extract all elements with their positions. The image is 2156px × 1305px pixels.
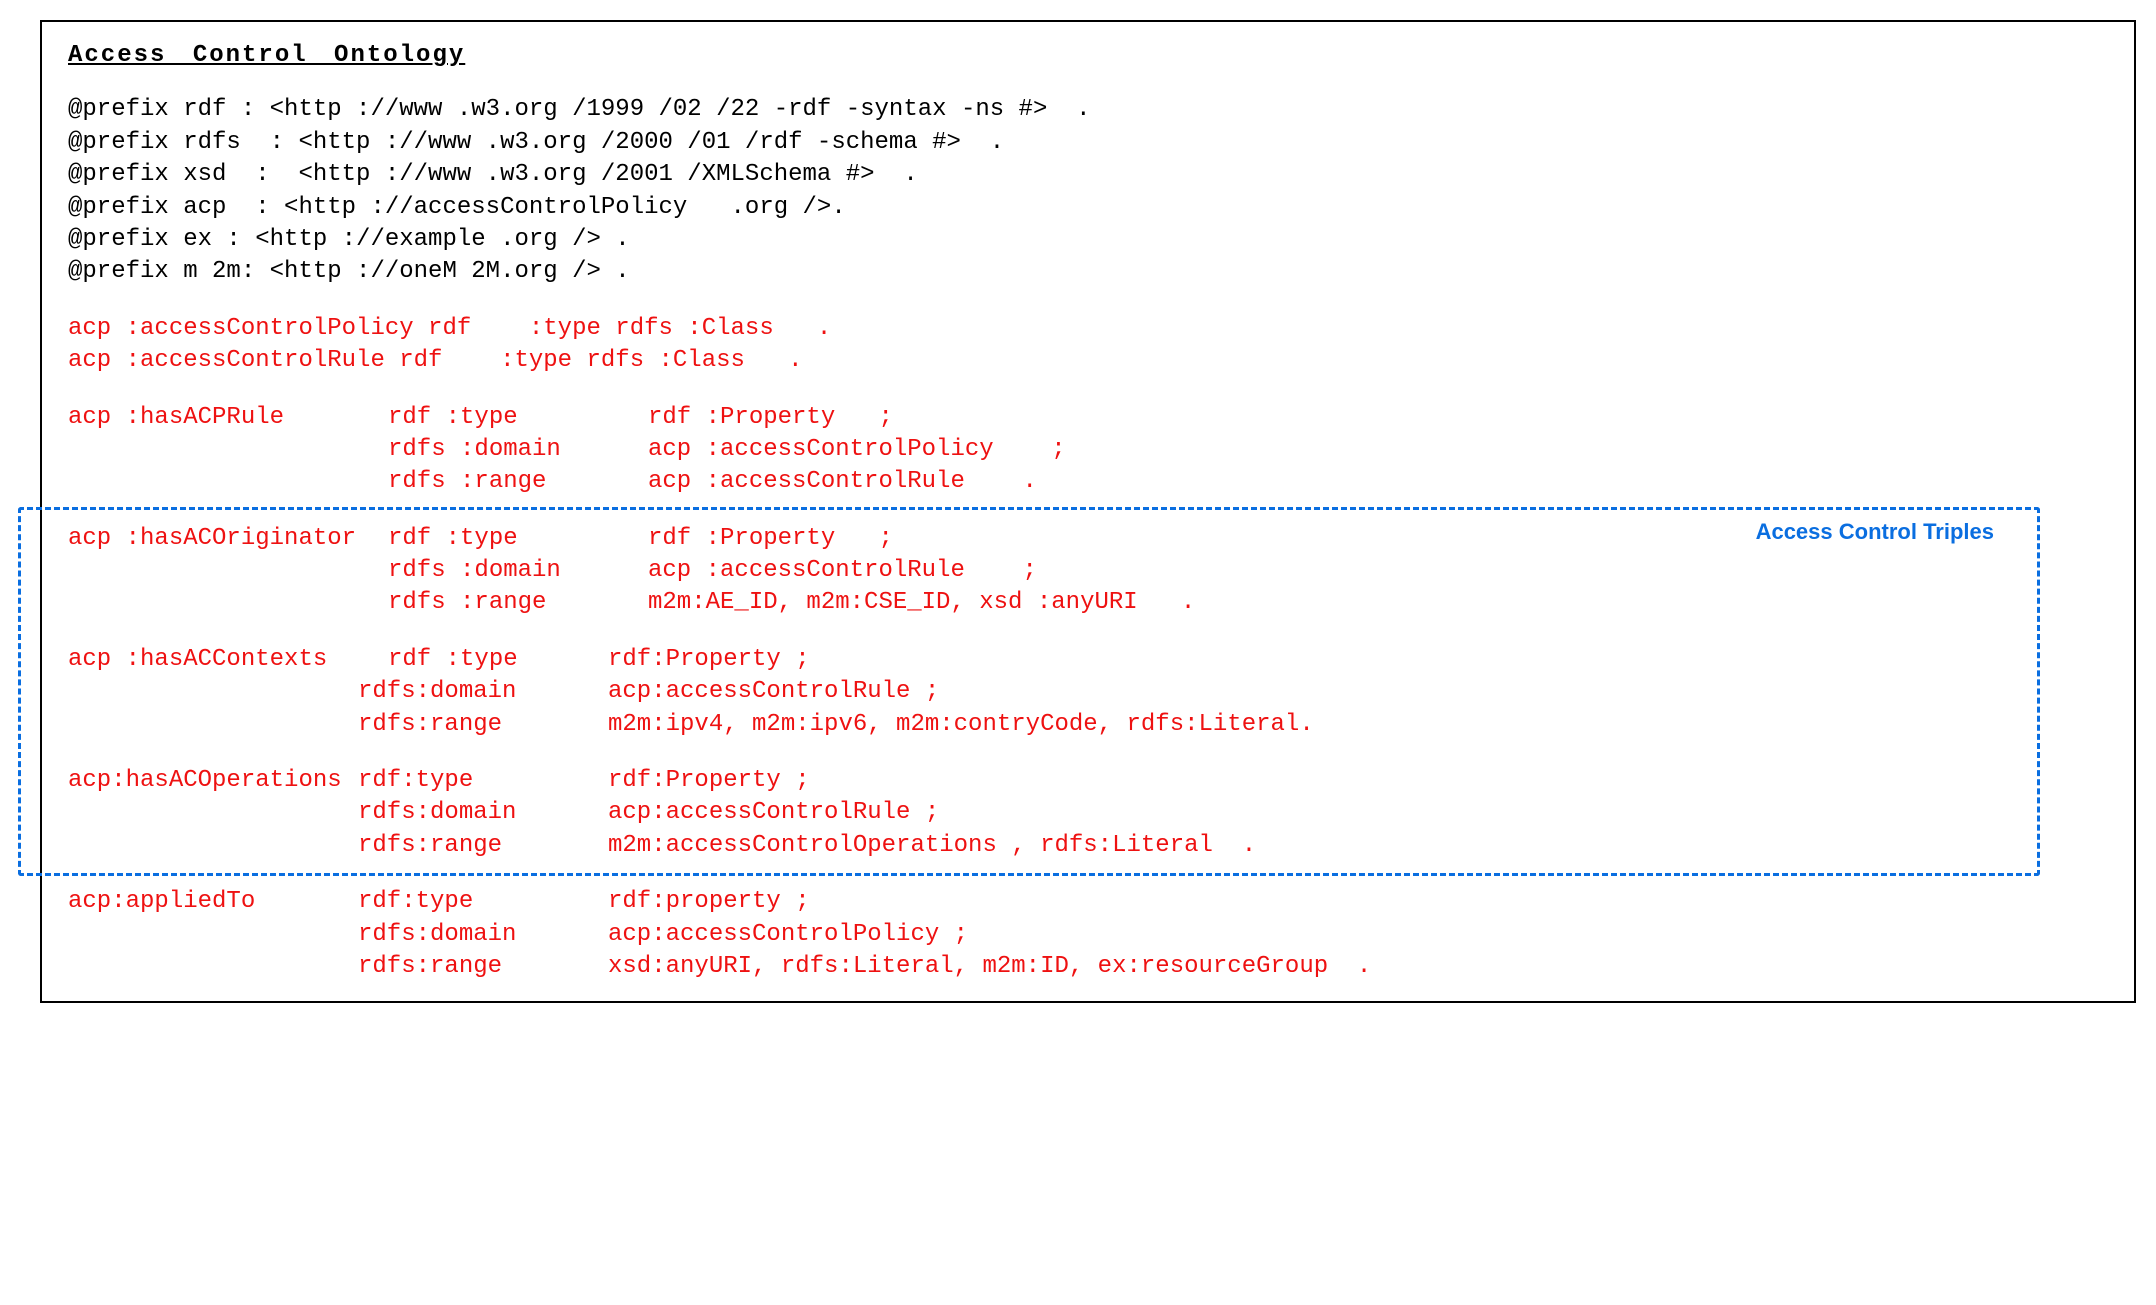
class-definition: acp :accessControlPolicy rdf :type rdfs … xyxy=(68,313,2108,345)
prop-obj: acp:accessControlRule ; xyxy=(608,676,2108,708)
prefix-line: @prefix rdf : <http ://www .w3.org /1999… xyxy=(68,94,2108,126)
prop-obj: xsd:anyURI, rdfs:Literal, m2m:ID, ex:res… xyxy=(608,951,2108,983)
prop-obj: acp:accessControlPolicy ; xyxy=(608,919,2108,951)
prop-name: acp :hasACOriginator xyxy=(68,523,388,555)
prop-name: acp :hasACPRule xyxy=(68,402,388,434)
prefix-line: @prefix m 2m: <http ://oneM 2M.org /> . xyxy=(68,256,2108,288)
ontology-listing: Access Control Ontology @prefix rdf : <h… xyxy=(40,20,2136,1003)
prefix-line: @prefix xsd : <http ://www .w3.org /2001… xyxy=(68,159,2108,191)
prop-pred: rdfs:domain xyxy=(358,797,608,829)
prop-pred: rdfs:range xyxy=(358,709,608,741)
prop-pred: rdfs:domain xyxy=(358,676,608,708)
prop-obj: rdf :Property ; xyxy=(648,523,2108,555)
prop-pred: rdfs:range xyxy=(358,951,608,983)
prop-pred: rdfs :domain xyxy=(388,434,648,466)
property-appliedTo: acp:appliedTordf:typerdf:property ; rdfs… xyxy=(68,886,2108,983)
prop-pred: rdfs :range xyxy=(388,587,648,619)
prop-pred: rdf :type xyxy=(388,402,648,434)
prop-obj: acp :accessControlRule . xyxy=(648,466,2108,498)
prop-obj: m2m:AE_ID, m2m:CSE_ID, xsd :anyURI . xyxy=(648,587,2108,619)
prop-obj: acp:accessControlRule ; xyxy=(608,797,2108,829)
prop-pred: rdfs :domain xyxy=(388,555,648,587)
prop-obj: rdf:Property ; xyxy=(608,644,2108,676)
prop-obj: m2m:ipv4, m2m:ipv6, m2m:contryCode, rdfs… xyxy=(608,709,2108,741)
prop-pred: rdf :type xyxy=(388,644,608,676)
prefix-line: @prefix rdfs : <http ://www .w3.org /200… xyxy=(68,127,2108,159)
property-hasACOperations: acp:hasACOperationsrdf:typerdf:Property … xyxy=(68,765,2108,862)
property-hasACPRule: acp :hasACPRulerdf :typerdf :Property ; … xyxy=(68,402,2108,499)
class-definition: acp :accessControlRule rdf :type rdfs :C… xyxy=(68,345,2108,377)
listing-title: Access Control Ontology xyxy=(68,40,2108,72)
prop-pred: rdf :type xyxy=(388,523,648,555)
prop-pred: rdf:type xyxy=(358,886,608,918)
prop-obj: m2m:accessControlOperations , rdfs:Liter… xyxy=(608,830,2108,862)
prop-obj: rdf :Property ; xyxy=(648,402,2108,434)
prop-pred: rdf:type xyxy=(358,765,608,797)
prop-name: acp:hasACOperations xyxy=(68,765,358,797)
prop-name: acp:appliedTo xyxy=(68,886,358,918)
prefix-line: @prefix ex : <http ://example .org /> . xyxy=(68,224,2108,256)
prop-name: acp :hasACContexts xyxy=(68,644,388,676)
prop-pred: rdfs:domain xyxy=(358,919,608,951)
property-hasACContexts: acp :hasACContextsrdf :typerdf:Property … xyxy=(68,644,2108,741)
property-hasACOriginator: acp :hasACOriginatorrdf :typerdf :Proper… xyxy=(68,523,2108,620)
prop-obj: rdf:property ; xyxy=(608,886,2108,918)
prop-obj: acp :accessControlPolicy ; xyxy=(648,434,2108,466)
prefix-line: @prefix acp : <http ://accessControlPoli… xyxy=(68,192,2108,224)
prop-obj: rdf:Property ; xyxy=(608,765,2108,797)
prop-pred: rdfs :range xyxy=(388,466,648,498)
prop-pred: rdfs:range xyxy=(358,830,608,862)
prop-obj: acp :accessControlRule ; xyxy=(648,555,2108,587)
